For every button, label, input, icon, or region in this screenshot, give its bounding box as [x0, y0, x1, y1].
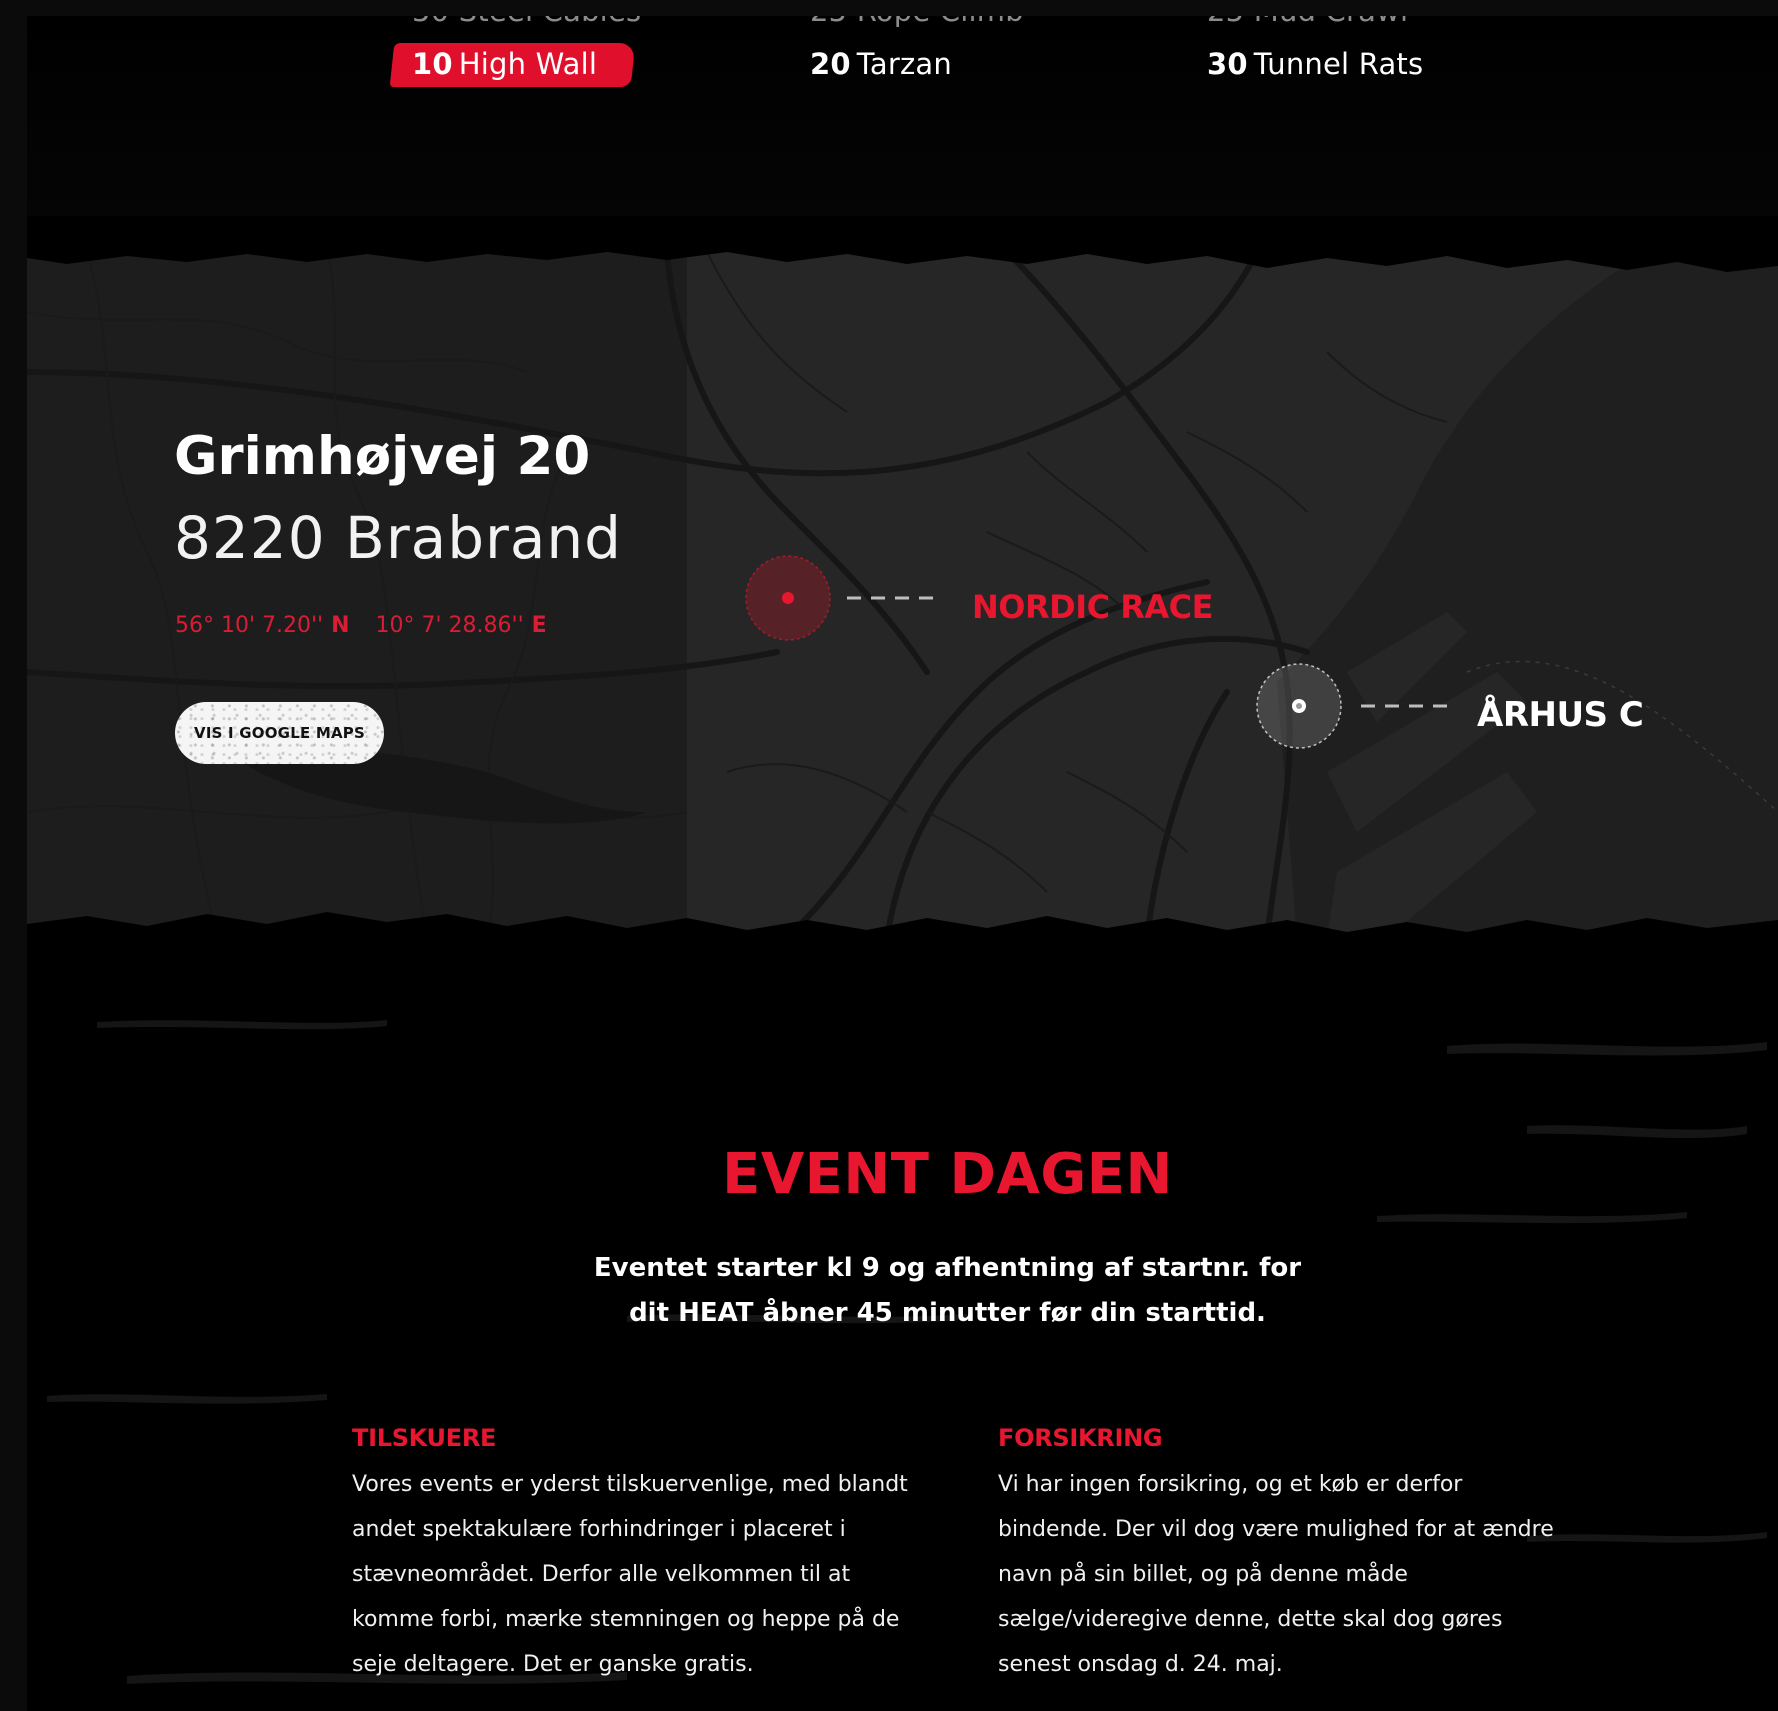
map-marker-label-event[interactable]: NORDIC RACE [972, 588, 1213, 626]
map-marker-label-city[interactable]: ÅRHUS C [1477, 695, 1644, 735]
torn-edge-top [27, 242, 1778, 272]
info-heading: FORSIKRING [998, 1424, 1163, 1452]
obstacle-item-cut: 25 Rope Climb [810, 16, 1024, 28]
address-street: Grimhøjvej 20 [174, 426, 591, 487]
obstacle-item-tarzan[interactable]: 20 Tarzan [810, 47, 952, 81]
obstacle-item-tunnel-rats[interactable]: 30 Tunnel Rats [1207, 47, 1423, 81]
torn-edge-bottom [27, 912, 1778, 966]
info-heading: TILSKUERE [352, 1424, 497, 1452]
obstacle-name: Tunnel Rats [1253, 47, 1424, 81]
info-column-insurance: FORSIKRING Vi har ingen forsikring, og e… [998, 1424, 1558, 1687]
event-intro: Eventet starter kl 9 og afhentning af st… [593, 1253, 1302, 1328]
map-roads [27, 252, 1778, 938]
obstacle-label: 25 Mud Crawl [1207, 16, 1408, 28]
event-title: EVENT DAGEN [722, 1142, 1173, 1207]
longitude: 10° 7' 28.86'' [375, 613, 524, 638]
obstacle-item-cut: 50 Steel Cables [412, 16, 641, 28]
obstacle-number: 10 [412, 47, 453, 81]
info-body: Vi har ingen forsikring, og et køb er de… [998, 1472, 1554, 1677]
obstacle-item-high-wall[interactable]: 10 High Wall [412, 47, 597, 81]
address-city: 8220 Brabrand [174, 504, 622, 572]
info-body: Vores events er yderst tilskuervenlige, … [352, 1472, 908, 1677]
obstacle-number: 30 [1207, 47, 1248, 81]
google-maps-button[interactable]: VIS I GOOGLE MAPS [175, 702, 384, 764]
page-frame: 50 Steel Cables 25 Rope Climb 25 Mud Cra… [27, 16, 1778, 1711]
latitude-direction: N [331, 613, 350, 638]
obstacle-item-cut: 25 Mud Crawl [1207, 16, 1408, 28]
obstacle-name: High Wall [458, 47, 598, 81]
info-column-spectators: TILSKUERE Vores events er yderst tilskue… [352, 1424, 912, 1687]
latitude: 56° 10' 7.20'' [175, 613, 324, 638]
obstacle-name: Tarzan [856, 47, 952, 81]
obstacle-number: 20 [810, 47, 851, 81]
location-map[interactable] [27, 252, 1778, 938]
coordinates: 56° 10' 7.20'' N 10° 7' 28.86'' E [175, 613, 547, 638]
longitude-direction: E [531, 613, 547, 638]
google-maps-button-label: VIS I GOOGLE MAPS [194, 724, 365, 742]
obstacle-label: 50 Steel Cables [412, 16, 641, 28]
obstacle-list: 50 Steel Cables 25 Rope Climb 25 Mud Cra… [27, 16, 1778, 216]
obstacle-label: 25 Rope Climb [810, 16, 1024, 28]
